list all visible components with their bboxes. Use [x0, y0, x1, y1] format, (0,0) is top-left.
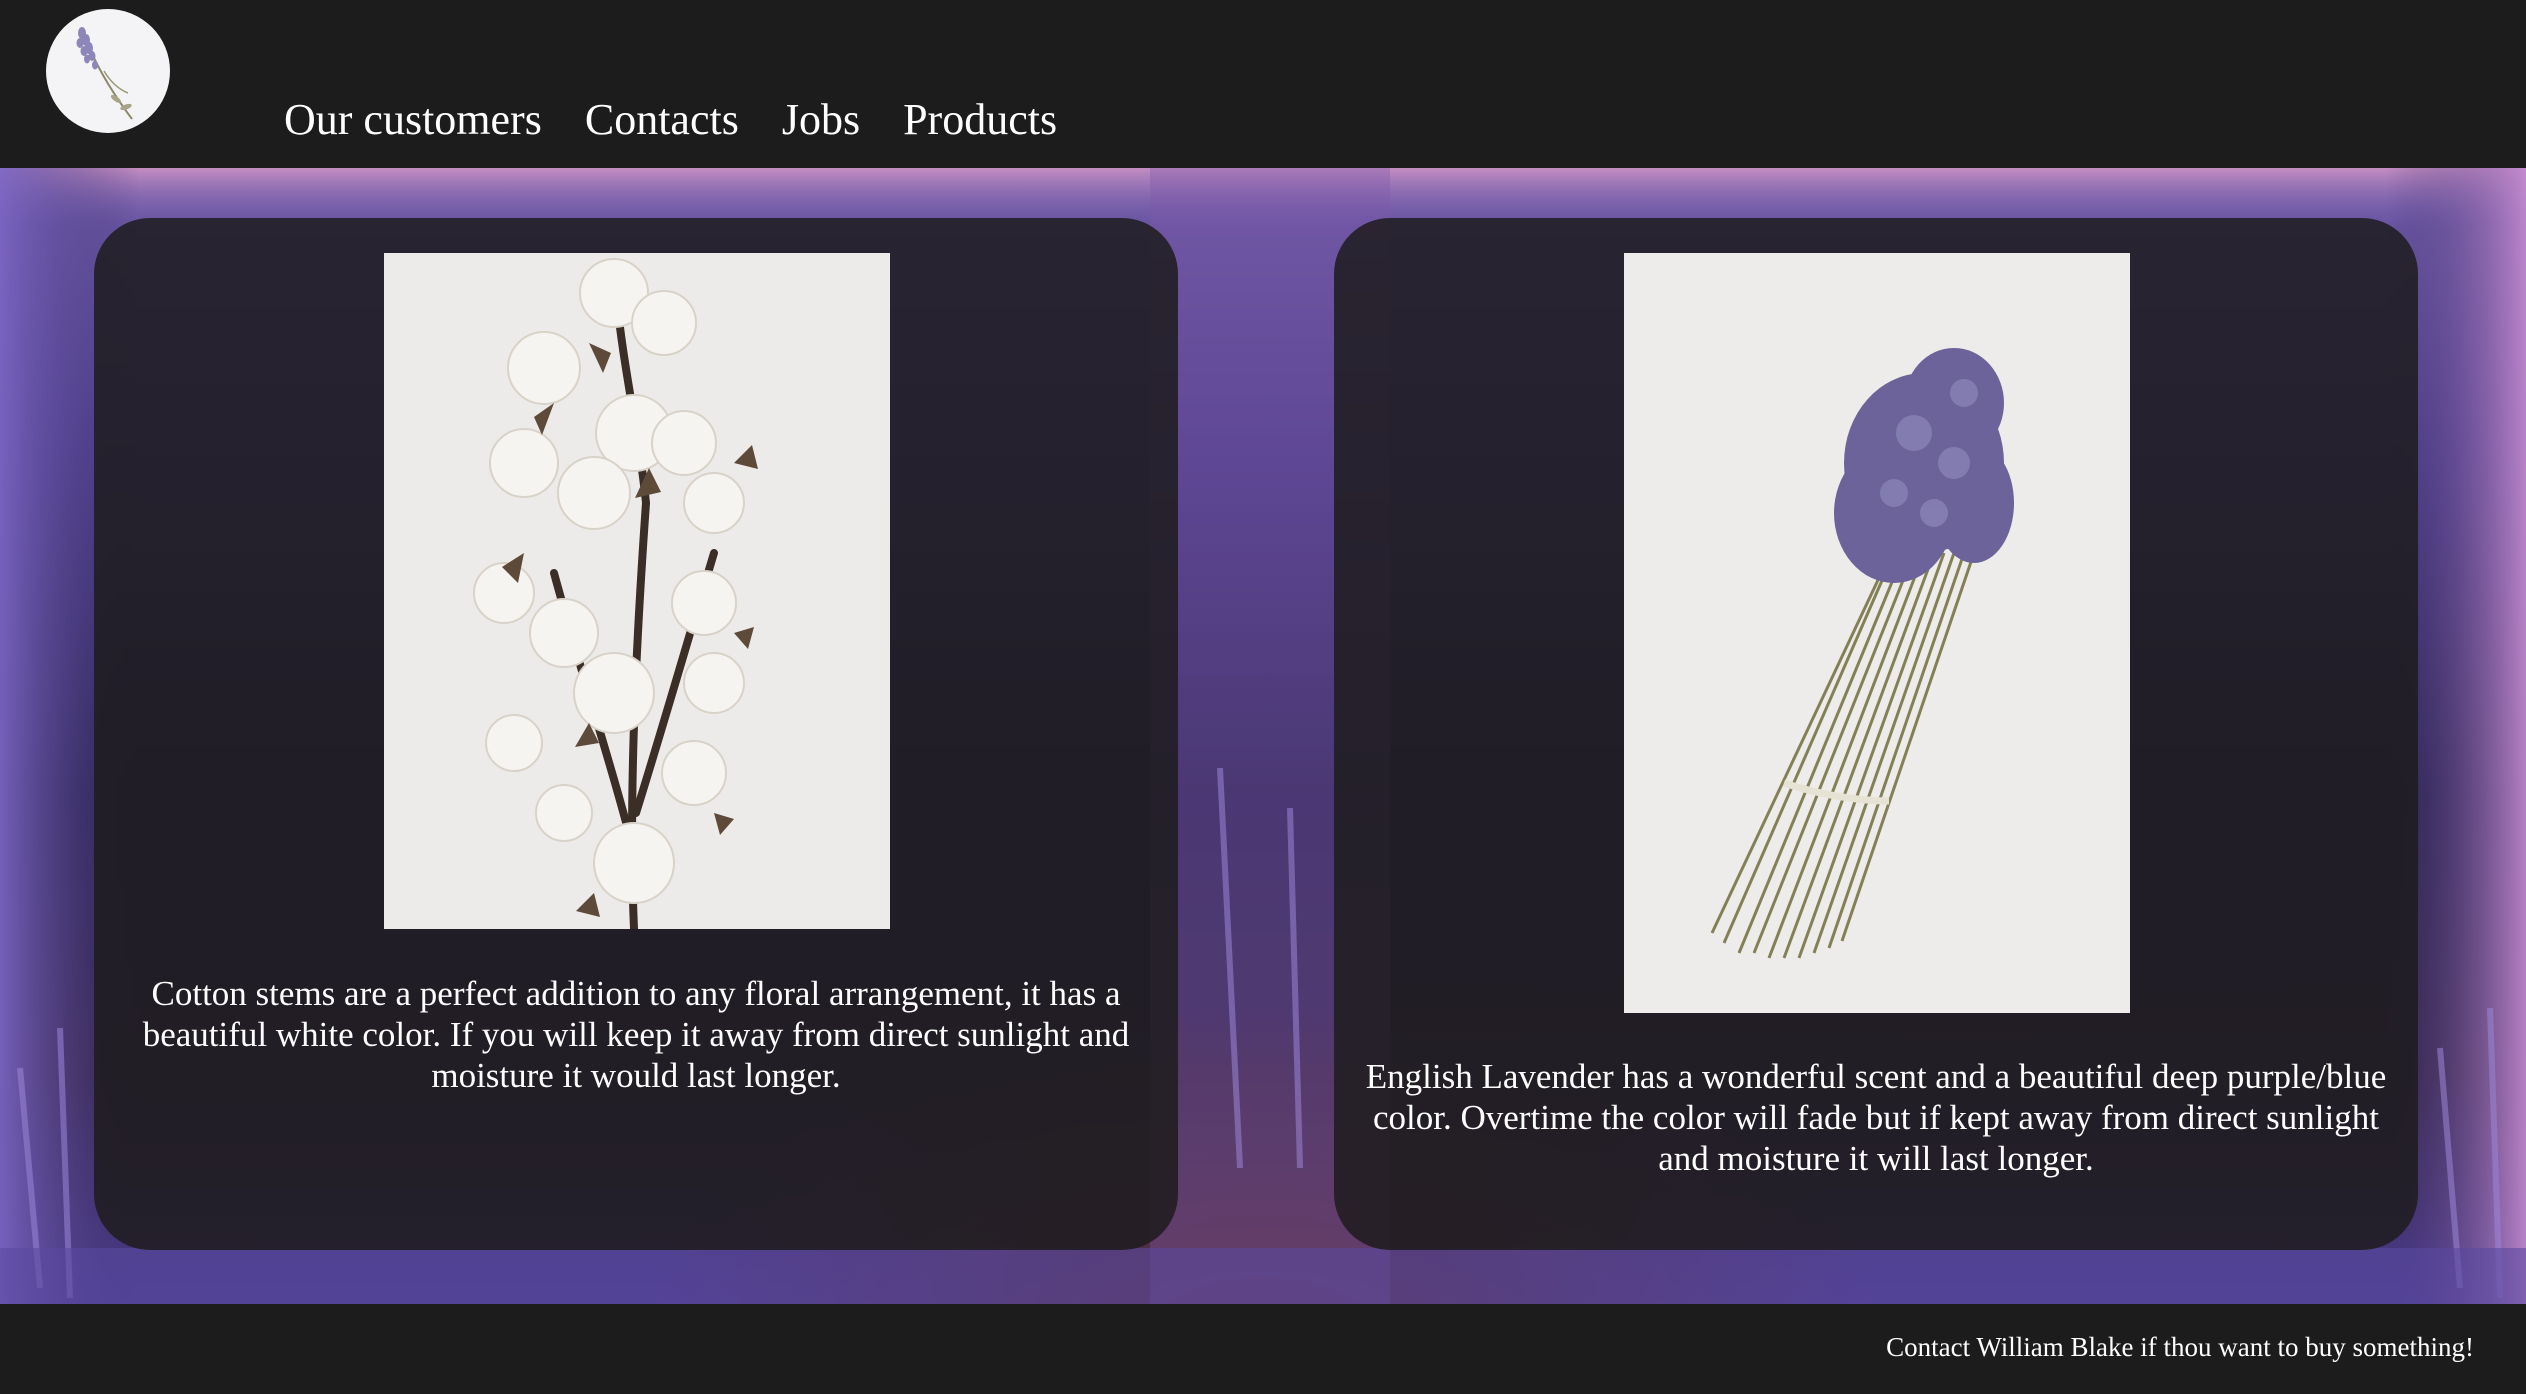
lavender-field-background: Cotton stems are a perfect addition to a… — [0, 168, 2526, 1304]
nav-jobs[interactable]: Jobs — [782, 88, 860, 152]
main-nav: Our customers Contacts Jobs Products — [284, 88, 1100, 152]
nav-our-customers[interactable]: Our customers — [284, 88, 542, 152]
product-card-lavender: English Lavender has a wonderful scent a… — [1334, 218, 2418, 1250]
nav-products[interactable]: Products — [903, 88, 1057, 152]
nav-contacts[interactable]: Contacts — [585, 88, 739, 152]
footer-contact-text: Contact William Blake if thou want to bu… — [1886, 1332, 2474, 1362]
cotton-stems-photo — [384, 253, 890, 929]
english-lavender-bundle-photo — [1624, 253, 2130, 1013]
product-card-cotton: Cotton stems are a perfect addition to a… — [94, 218, 1178, 1250]
product-description-lavender: English Lavender has a wonderful scent a… — [1365, 1057, 2387, 1178]
site-header: Our customers Contacts Jobs Products — [0, 0, 2526, 168]
product-description-cotton: Cotton stems are a perfect addition to a… — [142, 974, 1130, 1095]
logo[interactable] — [46, 9, 170, 133]
site-footer: Contact William Blake if thou want to bu… — [0, 1304, 2526, 1394]
lavender-sprig-icon — [76, 27, 133, 120]
